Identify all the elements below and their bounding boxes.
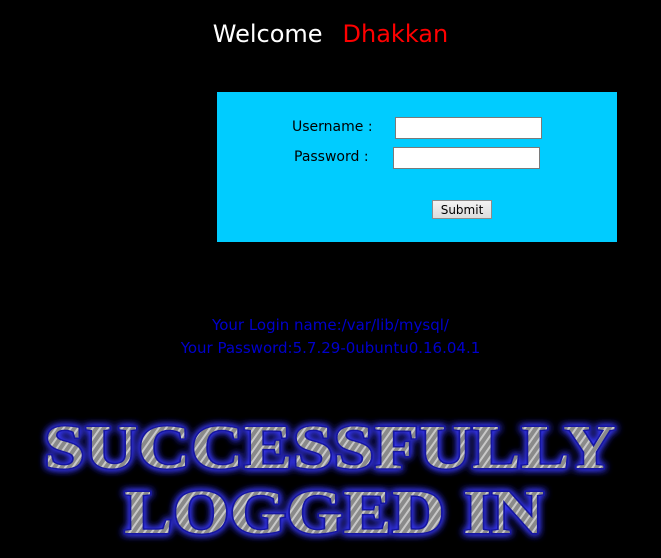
welcome-label: Welcome: [212, 20, 323, 48]
banner-line-1: SUCCESSFULLY: [44, 414, 616, 482]
password-text: Your Password:5.7.29-0ubuntu0.16.04.1: [180, 339, 481, 357]
banner-line-2: LOGGED IN: [124, 479, 544, 547]
login-name-text: Your Login name:/var/lib/mysql/: [212, 316, 449, 334]
password-input[interactable]: [393, 147, 540, 169]
login-form: Username : Password : Submit: [217, 92, 617, 242]
success-banner-image: SUCCESSFULLY LOGGED IN: [43, 413, 618, 549]
username-label: Username :: [292, 119, 373, 135]
welcome-name: Dhakkan: [342, 20, 449, 48]
page: Welcome Dhakkan Username : Password : Sub…: [0, 0, 661, 558]
welcome-header: Welcome Dhakkan: [0, 20, 661, 48]
password-label: Password :: [294, 149, 369, 165]
submit-button[interactable]: Submit: [432, 200, 492, 219]
username-input[interactable]: [395, 117, 542, 139]
